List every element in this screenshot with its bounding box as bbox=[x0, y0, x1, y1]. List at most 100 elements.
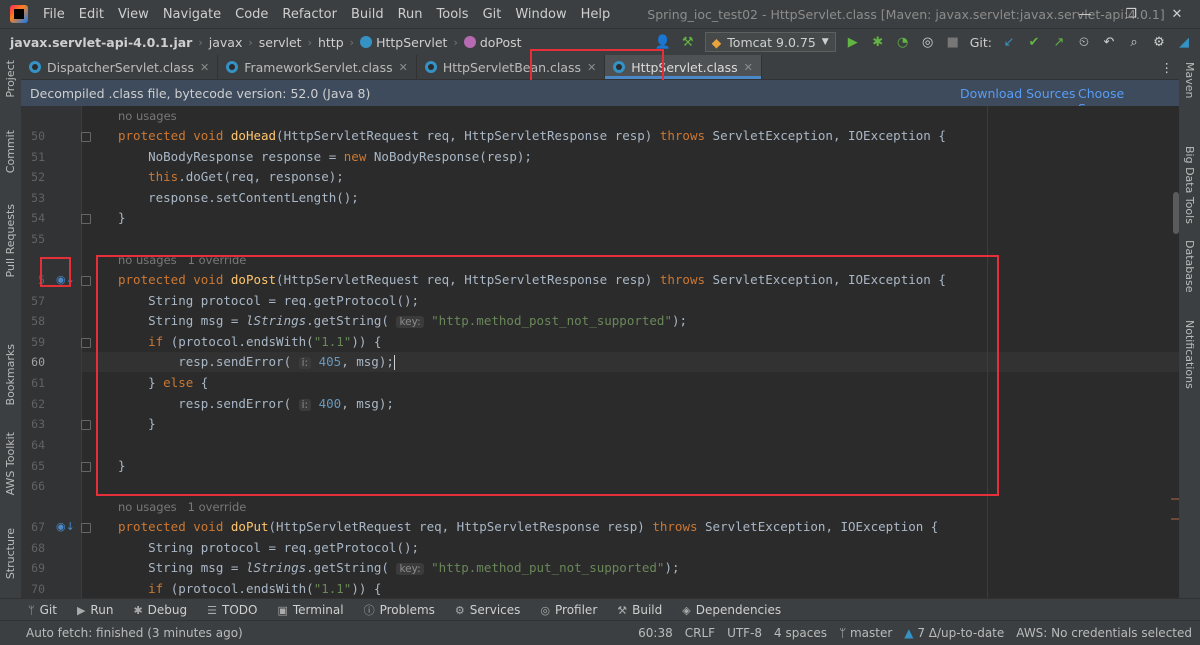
tab-dispatcherservlet[interactable]: DispatcherServlet.class ✕ bbox=[21, 55, 219, 79]
tool-dependencies[interactable]: ◈ Dependencies bbox=[672, 603, 791, 617]
error-stripe-mark[interactable] bbox=[1171, 518, 1179, 520]
menu-refactor[interactable]: Refactor bbox=[275, 7, 344, 22]
history-icon[interactable]: ⏲ bbox=[1076, 35, 1092, 50]
build-hammer-icon[interactable]: ⚒ bbox=[680, 35, 696, 50]
git-update-icon[interactable]: ↙ bbox=[1001, 35, 1017, 50]
profiler-icon: ◎ bbox=[540, 603, 550, 617]
tool-aws-toolkit[interactable]: AWS Toolkit bbox=[0, 432, 21, 495]
close-window-icon[interactable]: ✕ bbox=[1154, 0, 1200, 28]
code-line: NoBodyResponse response = new NoBodyResp… bbox=[118, 149, 532, 164]
class-file-icon bbox=[29, 61, 41, 73]
code-line: String msg = lStrings.getString( key: "h… bbox=[118, 560, 680, 575]
tool-database[interactable]: Database bbox=[1179, 240, 1200, 293]
code-line: protected void doPut(HttpServletRequest … bbox=[118, 519, 939, 534]
menu-help[interactable]: Help bbox=[574, 7, 618, 22]
fold-marker-icon[interactable] bbox=[81, 338, 91, 348]
run-configuration-select[interactable]: ◆ Tomcat 9.0.75 ▼ bbox=[704, 32, 836, 52]
menu-view[interactable]: View bbox=[111, 7, 156, 22]
run-icon[interactable]: ▶ bbox=[845, 35, 861, 50]
gear-icon[interactable]: ⚙ bbox=[1151, 35, 1167, 50]
aws-status[interactable]: AWS: No credentials selected bbox=[1016, 626, 1192, 640]
usages-hint[interactable]: no usages 1 override bbox=[118, 497, 246, 517]
fold-marker-icon[interactable] bbox=[81, 276, 91, 286]
services-icon: ⚙ bbox=[454, 603, 465, 617]
close-icon[interactable]: ✕ bbox=[399, 61, 408, 74]
editor-scrollbar[interactable] bbox=[1173, 192, 1179, 234]
indent-setting[interactable]: 4 spaces bbox=[774, 626, 827, 640]
menu-run[interactable]: Run bbox=[391, 7, 430, 22]
fold-marker-icon[interactable] bbox=[81, 523, 91, 533]
highlight-box-dopost bbox=[96, 255, 999, 496]
tool-maven[interactable]: Maven bbox=[1179, 62, 1200, 98]
tool-services-label: Services bbox=[469, 603, 521, 617]
usages-hint[interactable]: no usages bbox=[118, 106, 177, 126]
fold-marker-icon[interactable] bbox=[81, 420, 91, 430]
line-number: 53 bbox=[31, 191, 45, 205]
more-tabs-icon[interactable]: ⋮ bbox=[1161, 55, 1174, 79]
menu-git[interactable]: Git bbox=[476, 7, 509, 22]
line-number: 58 bbox=[31, 314, 45, 328]
menu-window[interactable]: Window bbox=[508, 7, 573, 22]
breadcrumb-class[interactable]: HttpServlet bbox=[356, 35, 451, 50]
chevron-right-icon: › bbox=[198, 35, 203, 49]
git-push-icon[interactable]: ↗ bbox=[1051, 35, 1067, 50]
restore-icon[interactable]: ❐ bbox=[1108, 0, 1154, 28]
search-icon[interactable]: ⌕ bbox=[1126, 35, 1142, 50]
tool-build[interactable]: ⚒ Build bbox=[607, 603, 672, 617]
close-icon[interactable]: ✕ bbox=[744, 61, 753, 74]
minimize-icon[interactable]: — bbox=[1062, 0, 1108, 28]
line-separator[interactable]: CRLF bbox=[685, 626, 715, 640]
tool-project[interactable]: Project bbox=[0, 60, 21, 98]
override-marker-icon[interactable]: ◉↓ bbox=[56, 520, 75, 534]
menu-edit[interactable]: Edit bbox=[72, 7, 111, 22]
menu-file[interactable]: File bbox=[36, 7, 72, 22]
menu-code[interactable]: Code bbox=[228, 7, 275, 22]
caret-position[interactable]: 60:38 bbox=[638, 626, 673, 640]
tool-run-label: Run bbox=[90, 603, 114, 617]
file-encoding[interactable]: UTF-8 bbox=[727, 626, 762, 640]
breadcrumb-package-http[interactable]: http bbox=[314, 35, 348, 50]
tool-commit[interactable]: Commit bbox=[0, 130, 21, 173]
error-stripe-mark[interactable] bbox=[1171, 498, 1179, 500]
menu-tools[interactable]: Tools bbox=[430, 7, 476, 22]
tool-services[interactable]: ⚙ Services bbox=[445, 603, 530, 617]
download-sources-link[interactable]: Download Sources bbox=[960, 86, 1076, 101]
git-branch[interactable]: ᛘ master bbox=[839, 626, 892, 640]
chevron-right-icon: › bbox=[248, 35, 253, 49]
tool-pull-requests[interactable]: Pull Requests bbox=[0, 204, 21, 277]
tool-big-data-tools[interactable]: Big Data Tools bbox=[1179, 146, 1200, 224]
menu-build[interactable]: Build bbox=[344, 7, 391, 22]
profile-icon[interactable]: ◎ bbox=[920, 35, 936, 50]
fold-marker-icon[interactable] bbox=[81, 462, 91, 472]
coverage-icon[interactable]: ◔ bbox=[895, 35, 911, 50]
tab-frameworkservlet[interactable]: FrameworkServlet.class ✕ bbox=[218, 55, 417, 79]
user-icon[interactable]: 👤 bbox=[655, 35, 671, 50]
tool-terminal[interactable]: ▣ Terminal bbox=[267, 603, 353, 617]
vcs-status-label: 7 Δ/up-to-date bbox=[917, 626, 1005, 640]
breadcrumb-method[interactable]: doPost bbox=[460, 35, 526, 50]
close-icon[interactable]: ✕ bbox=[200, 61, 209, 74]
rollback-icon[interactable]: ↶ bbox=[1101, 35, 1117, 50]
tool-todo[interactable]: ☰ TODO bbox=[197, 603, 267, 617]
tool-notifications[interactable]: Notifications bbox=[1179, 320, 1200, 389]
breadcrumb-package-javax[interactable]: javax bbox=[205, 35, 247, 50]
fold-marker-icon[interactable] bbox=[81, 214, 91, 224]
tool-bookmarks[interactable]: Bookmarks bbox=[0, 344, 21, 405]
git-commit-icon[interactable]: ✔ bbox=[1026, 35, 1042, 50]
breadcrumb-package-servlet[interactable]: servlet bbox=[255, 35, 306, 50]
menu-navigate[interactable]: Navigate bbox=[156, 7, 228, 22]
toolbox-icon[interactable]: ◢ bbox=[1176, 35, 1192, 50]
debug-icon[interactable]: ✱ bbox=[870, 35, 886, 50]
tool-debug[interactable]: ✱ Debug bbox=[123, 603, 197, 617]
vcs-status[interactable]: ▲ 7 Δ/up-to-date bbox=[904, 626, 1004, 640]
fold-marker-icon[interactable] bbox=[81, 132, 91, 142]
tool-git[interactable]: ᛘ Git bbox=[0, 603, 67, 617]
status-message[interactable]: Auto fetch: finished (3 minutes ago) bbox=[0, 626, 243, 640]
tool-run[interactable]: ▶ Run bbox=[67, 603, 123, 617]
param-hint: key: bbox=[396, 563, 424, 575]
tool-profiler[interactable]: ◎ Profiler bbox=[530, 603, 607, 617]
tool-problems[interactable]: ⓘ Problems bbox=[354, 602, 445, 618]
breadcrumb-jar[interactable]: javax.servlet-api-4.0.1.jar bbox=[0, 35, 196, 50]
stop-icon[interactable]: ■ bbox=[945, 35, 961, 50]
tool-structure[interactable]: Structure bbox=[0, 528, 21, 579]
